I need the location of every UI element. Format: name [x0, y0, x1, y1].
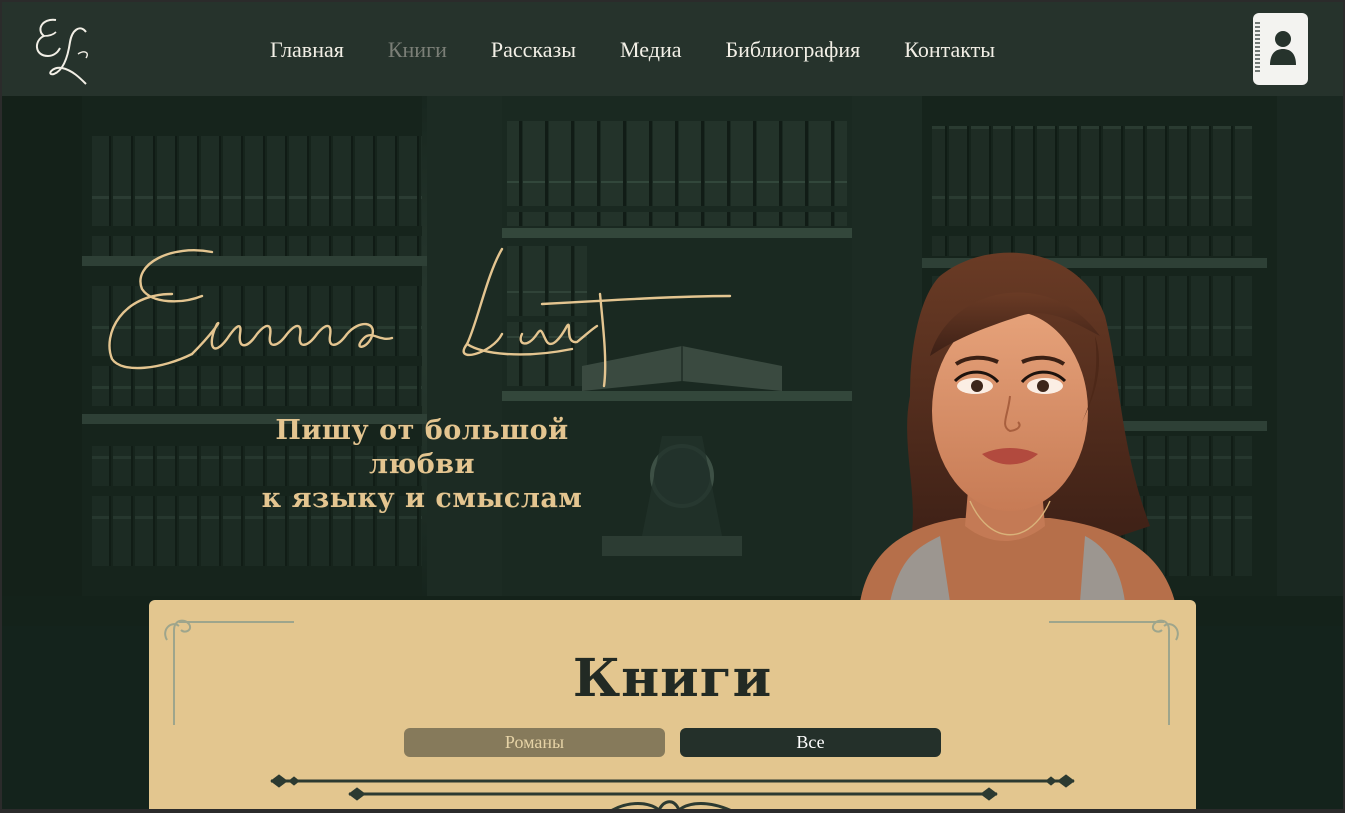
nav-item-contacts[interactable]: Контакты	[882, 34, 1017, 66]
hero-banner: Пишу от большой любви к языку и смыслам	[2, 96, 1343, 626]
tagline-line-1: Пишу от большой любви	[275, 415, 569, 480]
filter-all-button[interactable]: Все	[680, 728, 941, 757]
nav-item-home[interactable]: Главная	[248, 34, 366, 66]
address-book-icon	[1255, 22, 1296, 72]
author-portrait	[860, 252, 1175, 602]
nav-item-stories[interactable]: Рассказы	[469, 34, 598, 66]
top-navigation: Главная Книги Рассказы Медиа Библиографи…	[2, 2, 1343, 96]
nav-item-books[interactable]: Книги	[366, 34, 469, 66]
page-frame: Главная Книги Рассказы Медиа Библиографи…	[0, 0, 1345, 813]
nav-item-bibliography[interactable]: Библиография	[704, 34, 883, 66]
hero-tagline: Пишу от большой любви к языку и смыслам	[232, 414, 612, 516]
filter-novels-button[interactable]: Романы	[404, 728, 665, 757]
books-panel: Книги Романы Все	[149, 600, 1196, 809]
main-menu: Главная Книги Рассказы Медиа Библиографи…	[248, 34, 1017, 66]
emma-lust-logo[interactable]	[32, 10, 96, 90]
tagline-line-2: к языку и смыслам	[261, 483, 583, 514]
books-heading: Книги	[572, 648, 773, 709]
emma-lust-signature	[108, 247, 732, 388]
nav-item-media[interactable]: Медиа	[598, 34, 703, 66]
contacts-button[interactable]	[1253, 13, 1308, 85]
